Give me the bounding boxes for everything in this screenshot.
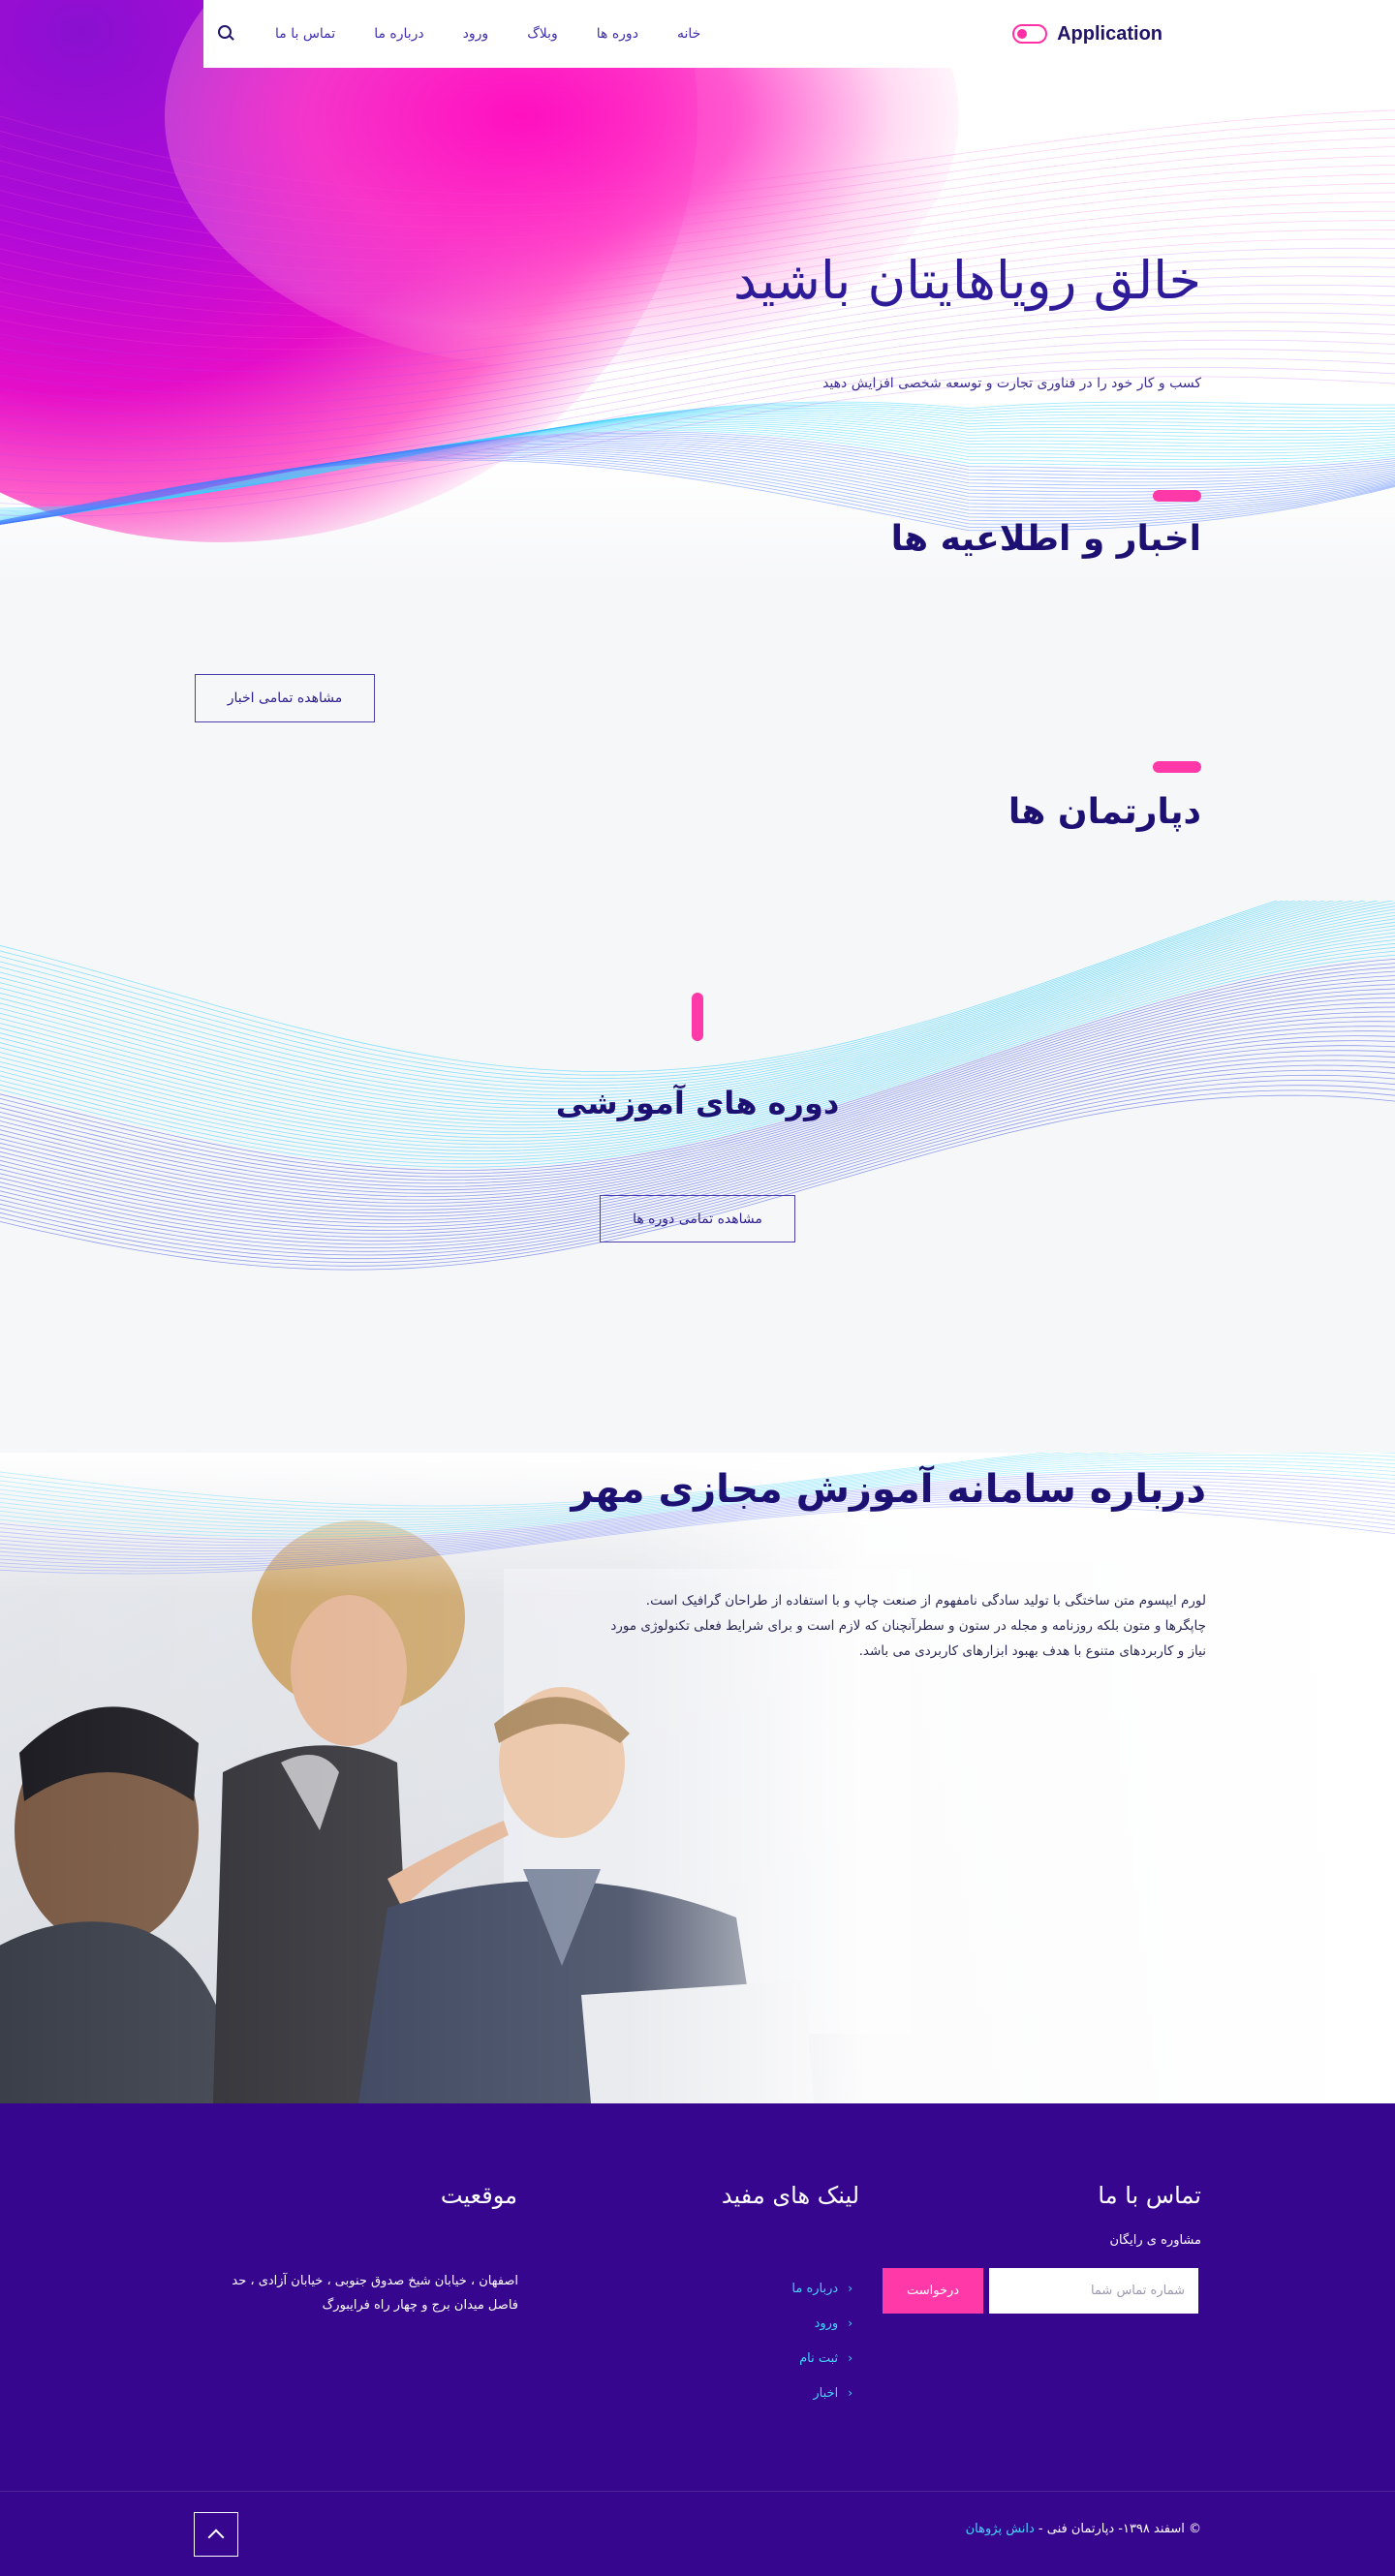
view-all-news-button[interactable]: مشاهده تمامی اخبار [195, 674, 375, 722]
link-item: ‹ اخبار [791, 2376, 852, 2410]
departments-accent-bar [1153, 761, 1201, 773]
link-register[interactable]: ثبت نام [799, 2351, 838, 2366]
chevron-left-icon: ‹ [848, 2282, 852, 2295]
brand-name: Application [1057, 22, 1162, 45]
news-accent-bar [1153, 490, 1201, 502]
link-login[interactable]: ورود [815, 2316, 839, 2331]
contact-note: مشاوره ی رایگان [1109, 2233, 1201, 2248]
nav-item-contact[interactable]: تماس با ما [275, 26, 335, 42]
nav-item-home[interactable]: خانه [677, 26, 700, 42]
top-navbar: تماس با ما درباره ما ورود وبلاگ دوره ها … [203, 0, 1192, 68]
nav-item-about[interactable]: درباره ما [374, 26, 423, 42]
phone-input[interactable] [989, 2268, 1198, 2314]
copyright-text: © اسفند ۱۳۹۸- دپارتمان فنی - [1034, 2522, 1201, 2536]
copyright-link[interactable]: دانش پژوهان [966, 2522, 1035, 2536]
chevron-left-icon: ‹ [848, 2386, 852, 2400]
link-about[interactable]: درباره ما [791, 2282, 838, 2296]
courses-title: دوره های آموزشی [555, 1085, 840, 1121]
courses-wave-background [0, 901, 1395, 1453]
useful-links-list: ‹ درباره ما ‹ ورود ‹ ثبت نام ‹ اخبار [791, 2271, 852, 2410]
hero-subtitle: کسب و کار خود را در فناوری تجارت و توسعه… [822, 376, 1201, 391]
link-item: ‹ ثبت نام [791, 2341, 852, 2376]
courses-accent-bar [692, 993, 703, 1041]
nav-item-blog[interactable]: وبلاگ [527, 26, 558, 42]
useful-links-title: لینک های مفید [721, 2182, 859, 2209]
link-item: ‹ درباره ما [791, 2271, 852, 2306]
nav-menu: تماس با ما درباره ما ورود وبلاگ دوره ها … [215, 23, 700, 45]
request-button[interactable]: درخواست [883, 2268, 983, 2314]
news-title: اخبار و اطلاعیه ها [890, 519, 1201, 559]
nav-item-login[interactable]: ورود [463, 26, 489, 42]
toggle-logo-icon [1012, 24, 1048, 44]
link-news[interactable]: اخبار [813, 2386, 838, 2401]
about-section [0, 1453, 1395, 2103]
about-text: لورم ایپسوم متن ساختگی با تولید سادگی نا… [610, 1593, 1206, 1659]
link-item: ‹ ورود [791, 2306, 852, 2341]
courses-wave-lines [0, 901, 1395, 1271]
search-icon[interactable] [215, 23, 236, 45]
chevron-up-icon [207, 2529, 225, 2546]
hero-title: خالق رویاهایتان باشید [732, 250, 1201, 311]
footer [0, 2103, 1395, 2576]
view-all-courses-button[interactable]: مشاهده تمامی دوره ها [600, 1195, 795, 1242]
address-text: اصفهان ، خیابان شیخ صدوق جنوبی ، خیابان … [232, 2274, 518, 2313]
departments-title: دپارتمان ها [1008, 792, 1201, 832]
location-title: موقعیت [440, 2182, 517, 2209]
chevron-left-icon: ‹ [848, 2316, 852, 2330]
contact-title: تماس با ما [1098, 2182, 1201, 2209]
copyright: © اسفند ۱۳۹۸- دپارتمان فنی - دانش پژوهان [966, 2522, 1201, 2536]
brand-logo[interactable]: Application [1012, 23, 1162, 46]
scroll-to-top-button[interactable] [194, 2512, 238, 2557]
footer-divider [0, 2491, 1395, 2492]
about-title: درباره سامانه آموزش مجازی مهر [571, 1467, 1207, 1512]
chevron-left-icon: ‹ [848, 2351, 852, 2365]
nav-item-courses[interactable]: دوره ها [597, 26, 638, 42]
